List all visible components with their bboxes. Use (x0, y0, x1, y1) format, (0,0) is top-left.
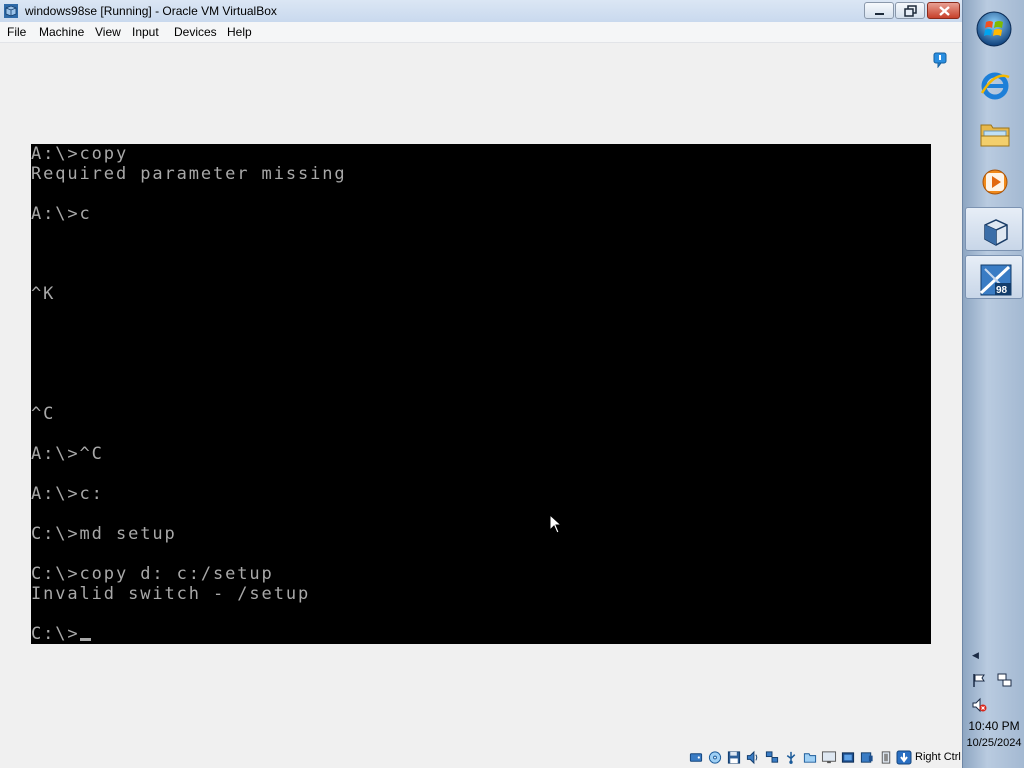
clock-time[interactable]: 10:40 PM (963, 719, 1024, 733)
taskbar-internet-explorer[interactable] (965, 62, 1023, 106)
windows98-vm-icon: 98 (979, 264, 1012, 296)
video-capture-icon[interactable] (840, 750, 856, 765)
mouse-pointer-icon (549, 514, 563, 534)
virtualbox-icon (4, 4, 18, 18)
text-cursor (79, 638, 91, 641)
media-player-icon (982, 169, 1008, 195)
console-line: C:\>copy d: c:/setup (31, 564, 274, 584)
virtualbox-icon (984, 219, 1008, 246)
menu-devices[interactable]: Devices (174, 25, 217, 39)
start-orb[interactable] (975, 10, 1013, 48)
optical-drive-icon[interactable] (707, 750, 723, 765)
taskbar-windows98-vm[interactable]: 98 (965, 255, 1023, 299)
taskbar-windows-explorer[interactable] (965, 110, 1023, 154)
console-line: Invalid switch - /setup (31, 584, 311, 604)
dos-console: A:\>copy Required parameter missing A:\>c ^… (31, 144, 347, 644)
network-icon[interactable] (764, 750, 780, 765)
guest-screen[interactable]: A:\>copy Required parameter missing A:\>c ^… (31, 144, 931, 644)
hard-disk-icon[interactable] (688, 750, 704, 765)
menu-input[interactable]: Input (132, 25, 159, 39)
volume-muted-icon[interactable] (971, 697, 987, 713)
internet-explorer-icon (980, 72, 1010, 100)
restore-button[interactable] (895, 2, 925, 19)
minimize-button[interactable] (864, 2, 894, 19)
display-icon[interactable] (821, 750, 837, 765)
console-line: ^C (31, 404, 56, 424)
network-icon[interactable] (996, 672, 1012, 688)
host-key-label: Right Ctrl (915, 751, 961, 763)
console-line: C:\> (31, 624, 347, 644)
show-hidden-icons-button[interactable]: ◀ (972, 650, 979, 661)
audio-icon[interactable] (745, 750, 761, 765)
virtualbox-window: windows98se [Running] - Oracle VM Virtua… (0, 0, 962, 768)
cpu-icon[interactable] (878, 750, 894, 765)
windows-explorer-icon (980, 124, 1010, 147)
action-center-flag-icon[interactable] (971, 672, 987, 688)
console-line: C:\>md setup (31, 524, 177, 544)
taskbar-media-player[interactable] (965, 158, 1023, 202)
menu-help[interactable]: Help (227, 25, 252, 39)
notification-pin-icon[interactable] (932, 52, 948, 68)
usb-icon[interactable] (783, 750, 799, 765)
console-line: A:\>^C (31, 444, 104, 464)
window-title: windows98se [Running] - Oracle VM Virtua… (25, 4, 277, 18)
recording-icon[interactable] (859, 750, 875, 765)
menu-bar: File Machine View Input Devices Help (0, 22, 962, 43)
close-button[interactable] (927, 2, 960, 19)
console-line: A:\>c: (31, 484, 104, 504)
minimize-icon (875, 13, 884, 15)
host-key-arrow-icon (896, 750, 912, 765)
title-bar[interactable]: windows98se [Running] - Oracle VM Virtua… (0, 0, 962, 23)
clock-date[interactable]: 10/25/2024 (963, 737, 1024, 749)
taskbar-virtualbox[interactable] (965, 207, 1023, 251)
menu-machine[interactable]: Machine (39, 25, 84, 39)
shared-folders-icon[interactable] (802, 750, 818, 765)
console-line: ^K (31, 284, 56, 304)
taskbar: 98 ◀ 10:40 PM 10/25/2024 (962, 0, 1024, 768)
svg-text:98: 98 (996, 285, 1008, 296)
console-line: A:\>copy (31, 144, 129, 164)
restore-icon (904, 5, 917, 17)
floppy-icon[interactable] (726, 750, 742, 765)
menu-view[interactable]: View (95, 25, 121, 39)
close-icon (939, 6, 950, 16)
menu-file[interactable]: File (7, 25, 26, 39)
console-line: Required parameter missing (31, 164, 347, 184)
console-line: A:\>c (31, 204, 92, 224)
status-bar: Right Ctrl (0, 746, 962, 768)
